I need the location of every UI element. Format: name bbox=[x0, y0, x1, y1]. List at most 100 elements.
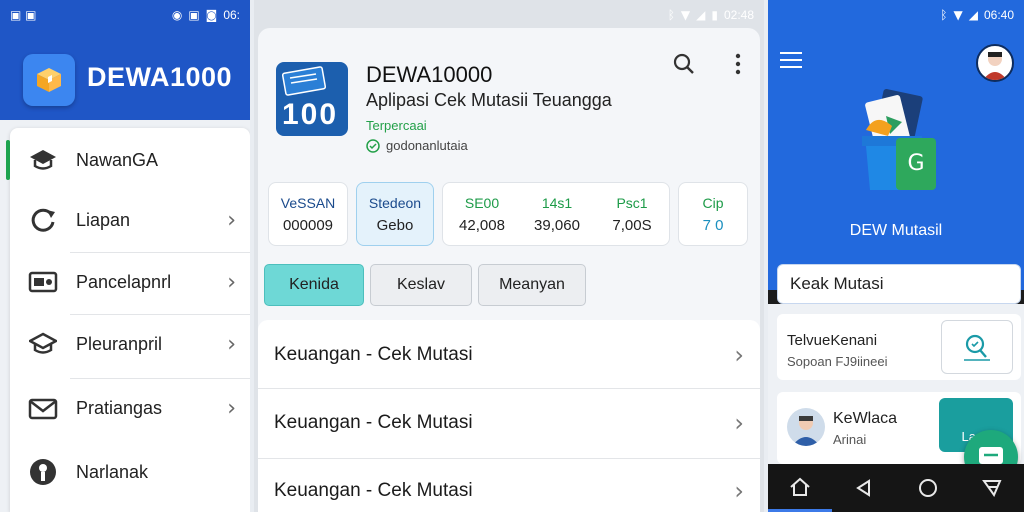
user-circle-icon bbox=[10, 457, 76, 487]
chevron-right-icon: › bbox=[227, 207, 236, 233]
graduation-cap-icon bbox=[10, 331, 76, 357]
stat-card[interactable]: Stedeon Gebo bbox=[356, 182, 434, 246]
chevron-right-icon: › bbox=[227, 331, 236, 357]
menu-item-1[interactable]: NawanGA bbox=[6, 128, 250, 192]
app-card: 100 DEWA10000 Aplipasi Cek Mutasii Teuan… bbox=[258, 28, 760, 512]
ticket-icon bbox=[10, 270, 76, 294]
circle-home-icon[interactable] bbox=[896, 464, 960, 512]
gallery-icon: ▣ bbox=[188, 8, 200, 22]
list-item-label: Keuangan - Cek Mutasi bbox=[274, 412, 473, 433]
tab-meanyan[interactable]: Meanyan bbox=[478, 264, 586, 306]
app-title: DEWA1000 bbox=[87, 62, 233, 92]
graduation-cap-icon bbox=[10, 147, 76, 173]
status-bar: ᛒ ▼ ◢ 06:40 bbox=[768, 0, 1024, 30]
card-title: KeWlaca bbox=[833, 410, 898, 427]
refresh-icon bbox=[10, 206, 76, 234]
card-desc: Arinai bbox=[833, 432, 867, 447]
chevron-right-icon: › bbox=[227, 395, 236, 421]
stat-value: 42,008 bbox=[459, 217, 505, 234]
search-card[interactable]: Keak Mutasi bbox=[777, 264, 1021, 304]
stat-label: SE00 bbox=[464, 195, 500, 211]
tab-keslav[interactable]: Keslav bbox=[370, 264, 472, 306]
battery-icon: ▮ bbox=[711, 8, 718, 22]
check-circle-icon bbox=[366, 138, 380, 153]
stat-card[interactable]: VeSSAN 000009 bbox=[268, 182, 348, 246]
menu-item-5[interactable]: Pratiangas › bbox=[10, 376, 250, 440]
menu-label: NawanGA bbox=[76, 149, 159, 170]
stat-label: Psc1 bbox=[616, 195, 648, 211]
menu-label: Narlanak bbox=[76, 461, 149, 482]
list-item[interactable]: Keuangan - Cek Mutasi › bbox=[258, 320, 760, 390]
result-list: Keuangan - Cek Mutasi › Keuangan - Cek M… bbox=[258, 320, 760, 512]
menu-item-2[interactable]: Liapan › bbox=[10, 188, 250, 252]
list-item[interactable]: Keuangan - Cek Mutasi › bbox=[258, 388, 760, 458]
verified-text: godonanlutaia bbox=[386, 138, 468, 153]
stat-value: Gebo bbox=[376, 217, 414, 234]
signal-icon: ◢ bbox=[968, 8, 978, 22]
app-detail-screen: ᛒ ▼ ◢ ▮ 02:48 100 DEWA10000 Aplipasi Cek… bbox=[254, 0, 764, 512]
stat-label: Cip bbox=[702, 195, 724, 211]
nav-menu: NawanGA Liapan › Pancelapnrl › Pleuranpr… bbox=[6, 128, 250, 512]
stat-card-group[interactable]: SE00 42,008 14s1 39,060 Psc1 7,00S bbox=[442, 182, 670, 246]
menu-item-4[interactable]: Pleuranpril › bbox=[10, 312, 250, 376]
stat-label: 14s1 bbox=[541, 195, 573, 211]
stat-label: VeSSAN bbox=[280, 195, 336, 211]
status-time: 06: bbox=[223, 8, 240, 22]
menu-label: Pancelapnrl bbox=[76, 271, 172, 292]
hamburger-menu-icon[interactable] bbox=[780, 52, 802, 73]
stat-value: 39,060 bbox=[534, 217, 580, 234]
chevron-right-icon: › bbox=[227, 269, 236, 295]
search-icon[interactable] bbox=[672, 52, 696, 82]
sync-icon: ◉ bbox=[171, 8, 183, 22]
app-logo-icon bbox=[23, 54, 75, 106]
menu-item-6[interactable]: Narlanak bbox=[10, 440, 250, 504]
list-item[interactable]: Keuangan - Cek Mutasi › bbox=[258, 456, 760, 512]
logo-text: 100 bbox=[282, 98, 339, 131]
card-desc: Sopoan FJ9iineei bbox=[787, 354, 888, 369]
list-item-label: Keuangan - Cek Mutasi bbox=[274, 480, 473, 501]
avatar bbox=[787, 408, 825, 446]
verified-row: godonanlutaia bbox=[366, 138, 468, 153]
stat-value: 7 0 bbox=[702, 217, 724, 234]
app-subtitle: Aplipasi Cek Mutasii Teuangga bbox=[366, 90, 612, 110]
alarm-icon: ◙ bbox=[205, 8, 218, 22]
right-app-screen: ᛒ ▼ ◢ 06:40 G DEW Mutasil Keak Mutasi Te… bbox=[768, 0, 1024, 512]
recents-icon[interactable] bbox=[960, 464, 1024, 512]
chevron-right-icon: › bbox=[734, 409, 744, 437]
app-tag: Terpercaai bbox=[366, 118, 427, 133]
magnify-icon[interactable] bbox=[941, 320, 1013, 374]
more-vert-icon[interactable] bbox=[734, 52, 742, 82]
menu-label: Liapan bbox=[76, 209, 131, 230]
list-item-label: Keuangan - Cek Mutasi bbox=[274, 344, 473, 365]
stat-label: Stedeon bbox=[368, 195, 422, 211]
menu-item-3[interactable]: Pancelapnrl › bbox=[10, 250, 250, 314]
header-title: DEW Mutasil bbox=[849, 222, 943, 239]
app-header: ᛒ ▼ ◢ 06:40 G DEW Mutasil bbox=[768, 0, 1024, 290]
wifi-icon: ▼ bbox=[680, 8, 691, 22]
info-card[interactable]: TelvueKenani Sopoan FJ9iineei bbox=[777, 314, 1021, 380]
status-bar: ▣ ▣ ◉ ▣ ◙ 06: bbox=[0, 0, 250, 30]
app-name: DEWA10000 bbox=[366, 62, 493, 87]
stat-card[interactable]: Cip 7 0 bbox=[678, 182, 748, 246]
menu-label: Pratiangas bbox=[76, 397, 163, 418]
chevron-right-icon: › bbox=[734, 477, 744, 505]
app-logo: 100 bbox=[276, 62, 348, 136]
stat-value: 000009 bbox=[282, 217, 334, 234]
bluetooth-icon: ᛒ bbox=[667, 8, 675, 22]
left-app-screen: ▣ ▣ ◉ ▣ ◙ 06: DEWA1000 NawanGA Liapan › … bbox=[0, 0, 250, 512]
wifi-icon: ▼ bbox=[953, 8, 963, 22]
profile-avatar[interactable] bbox=[976, 44, 1014, 82]
signal-icon: ◢ bbox=[696, 8, 706, 22]
back-icon[interactable] bbox=[832, 464, 896, 512]
bluetooth-icon: ᛒ bbox=[940, 8, 948, 22]
home-icon[interactable] bbox=[768, 464, 832, 512]
status-time: 02:48 bbox=[723, 8, 754, 22]
menu-label: Pleuranpril bbox=[76, 333, 163, 354]
mail-icon bbox=[10, 395, 76, 421]
tab-kenida[interactable]: Kenida bbox=[264, 264, 364, 306]
svg-text:G: G bbox=[907, 151, 924, 176]
chevron-right-icon: › bbox=[734, 341, 744, 369]
system-nav-bar bbox=[768, 464, 1024, 512]
app-header: ▣ ▣ ◉ ▣ ◙ 06: DEWA1000 bbox=[0, 0, 250, 120]
document-bin-illustration: G bbox=[862, 88, 936, 190]
